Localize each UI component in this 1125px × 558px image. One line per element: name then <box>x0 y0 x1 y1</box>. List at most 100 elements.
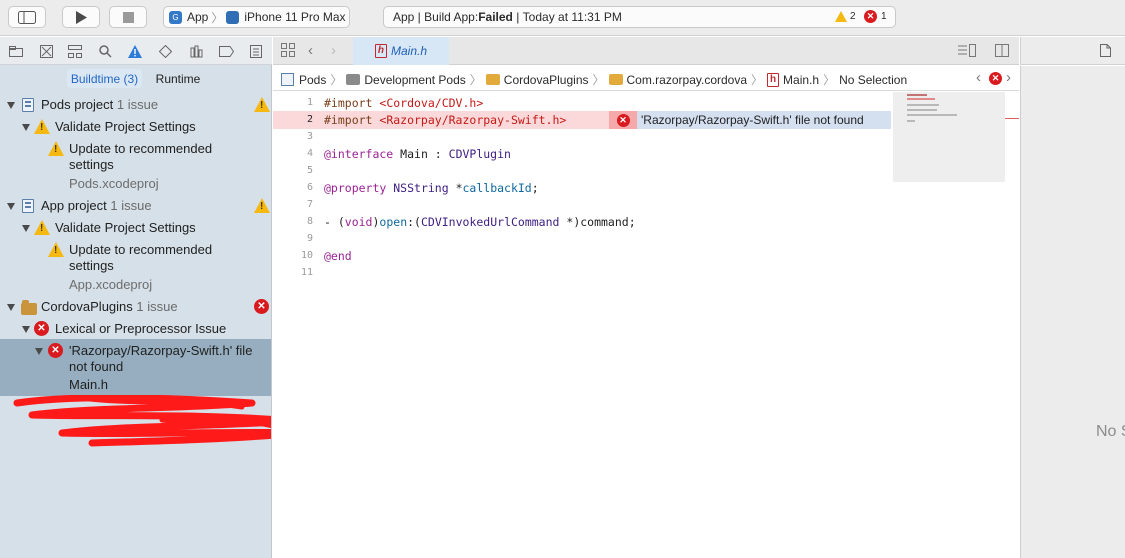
line-number: 9 <box>306 233 313 244</box>
breadcrumb-item-development-pods[interactable]: Development Pods <box>364 73 465 87</box>
split-editor-icon[interactable] <box>995 44 1009 60</box>
disclosure-triangle-icon[interactable] <box>7 203 15 210</box>
minimap-line <box>907 98 935 100</box>
code-line[interactable]: 3 <box>273 130 893 147</box>
disclosure-triangle-icon[interactable] <box>22 326 30 333</box>
run-button[interactable] <box>62 6 100 28</box>
code-token: * <box>448 181 463 195</box>
back-chevron-icon[interactable]: ‹ <box>308 42 313 59</box>
device-icon <box>226 10 240 24</box>
stop-icon <box>122 11 134 23</box>
buildtime-tab[interactable]: Buildtime (3) <box>67 69 142 88</box>
line-number: 4 <box>306 148 313 159</box>
code-token: ; <box>531 181 539 195</box>
code-line[interactable]: 6 @property NSString *callbackId; <box>273 181 893 198</box>
issue-item-razorpay-not-found[interactable]: ✕ 'Razorpay/Razorpay-Swift.h' file not f… <box>0 343 271 395</box>
code-line[interactable]: 11 <box>273 266 893 283</box>
code-token: <Cordova/CDV.h> <box>379 96 484 110</box>
line-number: 7 <box>306 199 313 210</box>
code-line[interactable]: 8 - (void)open:(CDVInvokedUrlCommand *)co… <box>273 215 893 232</box>
source-control-navigator-icon[interactable] <box>38 43 54 59</box>
forward-chevron-icon[interactable]: › <box>331 42 336 59</box>
report-navigator-icon[interactable] <box>248 43 264 59</box>
status-time: Today at 11:31 PM <box>522 10 622 24</box>
issue-group-title: Pods project 1 issue <box>41 97 159 112</box>
stop-button[interactable] <box>109 6 147 28</box>
project-navigator-icon[interactable] <box>8 43 24 59</box>
folder-icon <box>346 74 361 85</box>
issue-item-app-settings[interactable]: ! Update to recommended settings App.xco… <box>0 242 271 294</box>
editor-tab-bar: ‹ › h Main.h <box>273 37 1019 65</box>
tab-main-h[interactable]: h Main.h <box>353 37 449 65</box>
runtime-tab[interactable]: Runtime <box>148 69 208 88</box>
debug-navigator-icon[interactable] <box>188 43 204 59</box>
warning-icon[interactable] <box>835 11 847 22</box>
issue-group-cordovaplugins[interactable]: CordovaPlugins 1 issue ✕ <box>0 299 271 319</box>
breakpoint-navigator-icon[interactable] <box>218 43 234 59</box>
issue-title-line2: settings <box>69 157 114 172</box>
file-inspector-icon[interactable] <box>1100 44 1111 60</box>
line-number: 2 <box>306 114 313 125</box>
disclosure-triangle-icon[interactable] <box>22 124 30 131</box>
hide-navigator-button[interactable] <box>8 6 46 28</box>
breadcrumb-item-com-razorpay-cordova[interactable]: Com.razorpay.cordova <box>627 73 748 87</box>
issue-category-title: Validate Project Settings <box>55 119 196 134</box>
scheme-selector[interactable]: G App 〉 iPhone 11 Pro Max <box>163 6 350 28</box>
error-icon: ✕ <box>254 299 269 314</box>
error-count[interactable]: 1 <box>881 11 887 22</box>
issue-group-title: CordovaPlugins 1 issue <box>41 299 178 314</box>
breadcrumb-item-no-selection[interactable]: No Selection <box>839 73 907 87</box>
status-separator: | <box>512 10 523 24</box>
issue-item-pods-settings[interactable]: ! Update to recommended settings Pods.xc… <box>0 141 271 193</box>
breadcrumb-item-main-h[interactable]: Main.h <box>783 73 819 87</box>
breadcrumb-item-pods[interactable]: Pods <box>299 73 326 87</box>
code-text: @end <box>324 249 352 263</box>
issue-error-icon[interactable]: ✕ <box>989 72 1002 85</box>
folder-icon <box>608 74 623 85</box>
code-token: @property <box>324 181 387 195</box>
warning-count[interactable]: 2 <box>850 11 856 22</box>
breadcrumb-chevron-icon: 〉 <box>823 73 836 87</box>
issue-category-lexical[interactable]: ✕ Lexical or Preprocessor Issue <box>0 321 271 341</box>
warning-icon: ! <box>254 97 270 112</box>
activity-status: App | Build App: Failed | Today at 11:31… <box>383 6 896 28</box>
find-navigator-icon[interactable] <box>97 43 113 59</box>
breadcrumb-item-cordovaplugins[interactable]: CordovaPlugins <box>504 73 589 87</box>
test-navigator-icon[interactable] <box>157 43 173 59</box>
code-text: - (void)open:(CDVInvokedUrlCommand *)com… <box>324 215 636 229</box>
breadcrumb-chevron-icon: 〉 <box>592 73 605 87</box>
code-line[interactable]: 9 <box>273 232 893 249</box>
code-token: open <box>379 215 408 229</box>
issue-category-validate-app[interactable]: ! Validate Project Settings <box>0 220 271 240</box>
scheme-device[interactable]: iPhone 11 Pro Max <box>244 10 345 24</box>
inline-error-badge[interactable]: ✕ <box>609 111 637 129</box>
disclosure-triangle-icon[interactable] <box>22 225 30 232</box>
disclosure-triangle-icon[interactable] <box>7 304 15 311</box>
error-icon[interactable]: ✕ <box>864 10 877 23</box>
minimap[interactable] <box>893 92 1005 182</box>
sidebar-toggle-icon <box>18 10 36 24</box>
previous-issue-chevron-icon[interactable]: ‹ <box>976 69 981 86</box>
issue-file: Main.h <box>69 377 109 392</box>
issue-navigator-icon[interactable] <box>127 43 143 59</box>
inline-error-message[interactable]: 'Razorpay/Razorpay-Swift.h' file not fou… <box>637 111 891 129</box>
symbol-navigator-icon[interactable] <box>67 43 83 59</box>
line-number: 11 <box>300 267 313 278</box>
issue-group-app-project[interactable]: App project 1 issue ! <box>0 198 271 218</box>
minimap-line <box>907 94 927 96</box>
header-file-icon: h <box>767 72 780 87</box>
next-issue-chevron-icon[interactable]: › <box>1006 69 1011 86</box>
line-number: 8 <box>306 216 313 227</box>
code-line[interactable]: 10 @end <box>273 249 893 266</box>
code-line[interactable]: 7 <box>273 198 893 215</box>
disclosure-triangle-icon[interactable] <box>35 348 43 355</box>
editor-options-icon[interactable] <box>958 44 976 60</box>
related-items-icon[interactable] <box>281 43 295 60</box>
issue-group-pods-project[interactable]: Pods project 1 issue ! <box>0 97 271 117</box>
scheme-target[interactable]: App <box>187 10 208 24</box>
issue-category-validate-pods[interactable]: ! Validate Project Settings <box>0 119 271 139</box>
code-line[interactable]: 5 <box>273 164 893 181</box>
minimap-line <box>907 109 937 111</box>
code-line[interactable]: 4 @interface Main : CDVPlugin <box>273 147 893 164</box>
disclosure-triangle-icon[interactable] <box>7 102 15 109</box>
